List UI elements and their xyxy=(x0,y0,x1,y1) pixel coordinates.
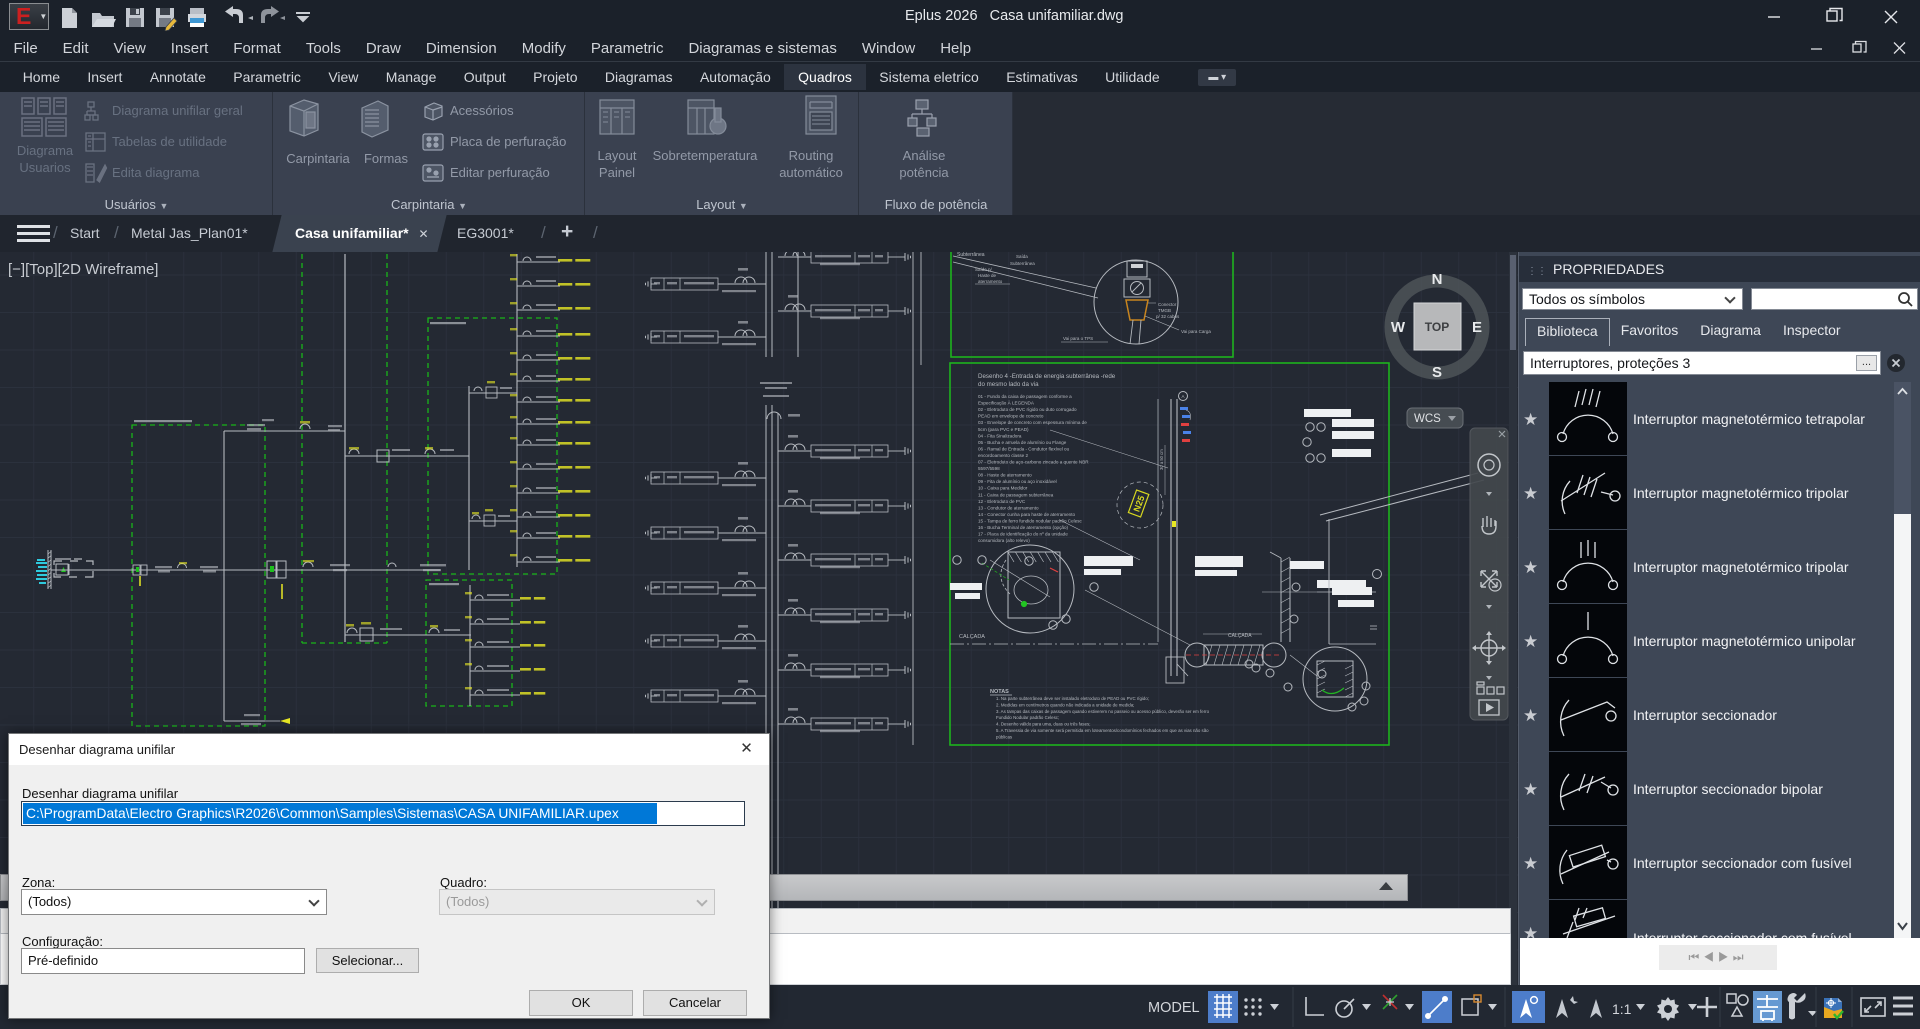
svg-text:5. A Travessia de via soment: 5. A Travessia de via somente será permi… xyxy=(996,728,1209,733)
svg-text:07 - Eletroduto de aço-carbono: 07 - Eletroduto de aço-carbono zincado a… xyxy=(978,460,1089,465)
svg-text:Vai para o TPS: Vai para o TPS xyxy=(1063,336,1093,341)
svg-text:Saída: Saída xyxy=(1016,254,1028,259)
svg-text:30 a 50 cm: 30 a 50 cm xyxy=(1159,449,1164,470)
svg-text:15 - Tampa de ferro fundido no: 15 - Tampa de ferro fundido nodular padr… xyxy=(978,518,1083,523)
svg-text:Especificação À LEGENDA: Especificação À LEGENDA xyxy=(978,400,1035,406)
svg-text:17 - Placa de identificação do: 17 - Placa de identificação do nº da uni… xyxy=(978,532,1068,537)
svg-text:do mesmo lado da via: do mesmo lado da via xyxy=(978,381,1039,388)
svg-text:1:1: 1:1 xyxy=(1612,1001,1632,1017)
svg-text:5cm (para PVC e PEAD): 5cm (para PVC e PEAD) xyxy=(978,427,1029,432)
svg-text:06 - Ramal de Entrada - Condut: 06 - Ramal de Entrada - Condutor flexíve… xyxy=(978,446,1070,451)
svg-text:Subterrânea: Subterrânea xyxy=(957,252,985,258)
svg-text:E: E xyxy=(1472,319,1482,336)
svg-text:5597/5598: 5597/5598 xyxy=(978,466,1000,471)
svg-text:Conector: Conector xyxy=(1158,302,1177,307)
svg-text:08 - Haste de aterramento: 08 - Haste de aterramento xyxy=(978,473,1032,478)
svg-text:Desenho 4 -Entrada de energia: Desenho 4 -Entrada de energia subterrâne… xyxy=(978,373,1116,380)
svg-text:consumidora (alto relevo): consumidora (alto relevo) xyxy=(978,538,1030,543)
svg-text:NOTAS: NOTAS xyxy=(990,689,1009,695)
svg-text:01 - Fundo da caixa de passage: 01 - Fundo da caixa de passagem conforme… xyxy=(978,394,1072,399)
svg-text:S: S xyxy=(1432,364,1442,381)
svg-text:16 - Bucha Terminal de aterram: 16 - Bucha Terminal de aterramento (opçã… xyxy=(978,525,1069,530)
svg-text:3. As tampas das caixas de p: 3. As tampas das caixas de passagem quan… xyxy=(996,709,1210,714)
svg-text:encordoamento classe 2: encordoamento classe 2 xyxy=(978,453,1028,458)
svg-text:Subterrânea: Subterrânea xyxy=(1010,261,1035,266)
svg-text:MODEL: MODEL xyxy=(1148,1000,1200,1016)
svg-text:09 - Fita de alumínio ou aço i: 09 - Fita de alumínio ou aço inoxidável xyxy=(978,479,1057,484)
svg-text:Saída p/: Saída p/ xyxy=(975,267,993,272)
svg-text:públicas: públicas xyxy=(996,734,1013,739)
svg-text:W: W xyxy=(1391,319,1406,336)
svg-text:1. Na parte subterrânea deve: 1. Na parte subterrânea deve ser instala… xyxy=(996,696,1149,701)
svg-text:2. Medidas em centímetros qu: 2. Medidas em centímetros quando não ind… xyxy=(996,702,1134,707)
svg-text:14 - Conector cunha para haste: 14 - Conector cunha para haste de aterra… xyxy=(978,512,1075,517)
svg-text:p/ 32 cabos: p/ 32 cabos xyxy=(1156,314,1180,319)
svg-text:04 - Fita Sinalizadora: 04 - Fita Sinalizadora xyxy=(978,433,1022,438)
svg-text:12 - Eletroduto de PVC: 12 - Eletroduto de PVC xyxy=(978,499,1026,504)
svg-text:Vai para Carga: Vai para Carga xyxy=(1181,329,1211,334)
svg-text:10 - Caixa para Medidor: 10 - Caixa para Medidor xyxy=(978,486,1028,491)
svg-text:N: N xyxy=(1432,271,1443,288)
svg-text:PEAD em envelope de concreto: PEAD em envelope de concreto xyxy=(978,414,1044,419)
svg-text:aterramento: aterramento xyxy=(978,279,1003,284)
svg-text:CALÇADA: CALÇADA xyxy=(959,634,985,640)
svg-text:Haste de: Haste de xyxy=(978,273,997,278)
svg-text:TOP: TOP xyxy=(1425,320,1449,334)
svg-text:Fundido Nodular padrão Celesc;: Fundido Nodular padrão Celesc; xyxy=(996,715,1059,720)
svg-text:WCS: WCS xyxy=(1414,413,1441,425)
svg-text:4. Desenho válido para uma,: 4. Desenho válido para uma, duas ou três… xyxy=(996,722,1090,727)
svg-text:TMGB: TMGB xyxy=(1158,308,1171,313)
svg-text:02 - Eletroduto de PVC rígido: 02 - Eletroduto de PVC rígido ou duto co… xyxy=(978,407,1077,412)
svg-text:A: A xyxy=(1181,394,1184,399)
svg-text:03 - Envelope de concreto com: 03 - Envelope de concreto com espessura … xyxy=(978,420,1087,425)
svg-text:13 - Condutor de aterramento: 13 - Condutor de aterramento xyxy=(978,505,1039,510)
svg-text:05 - Bucha e arruela de alumín: 05 - Bucha e arruela de alumínio ou Flan… xyxy=(978,440,1067,445)
svg-text:11 - Caixa de passagem subterr: 11 - Caixa de passagem subterrânea xyxy=(978,492,1054,497)
